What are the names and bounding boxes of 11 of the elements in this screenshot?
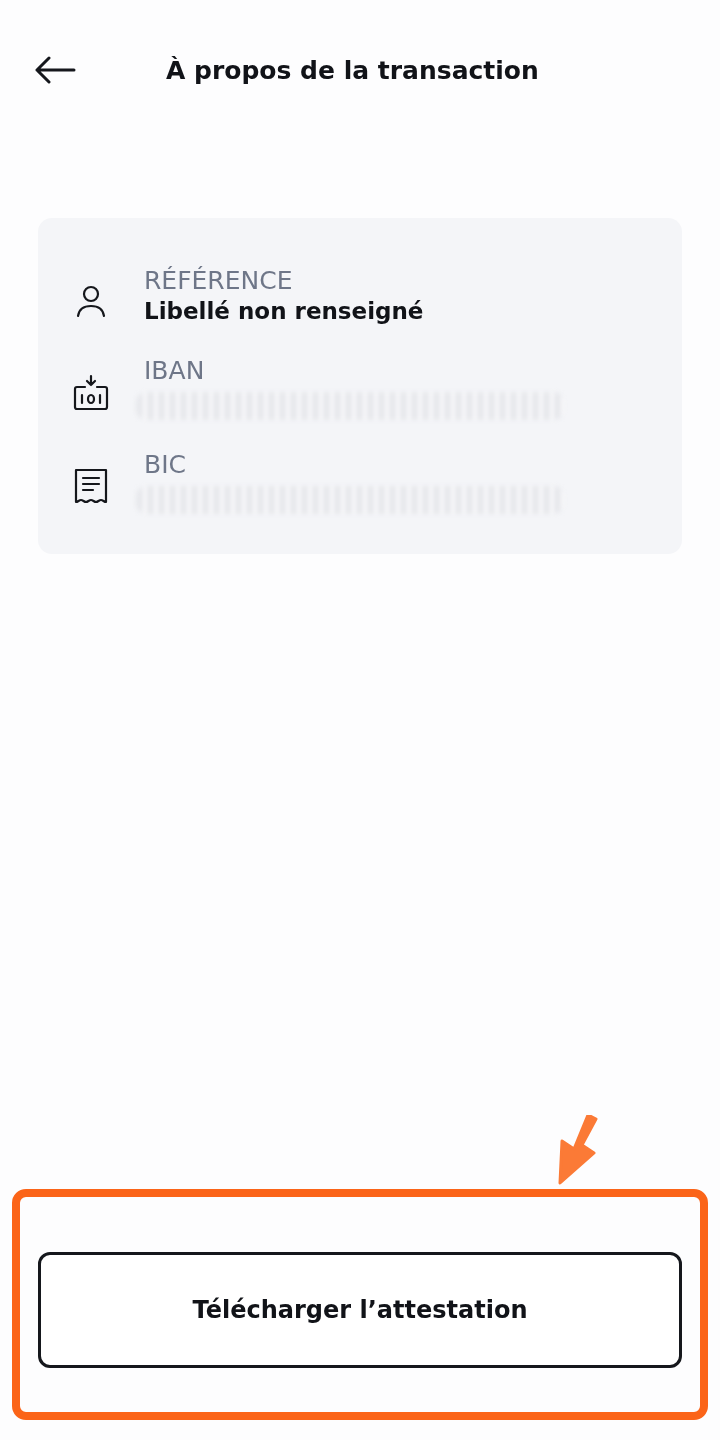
back-arrow-icon[interactable] (34, 56, 76, 84)
field-label: RÉFÉRENCE (144, 266, 294, 296)
field-label: IBAN (144, 356, 206, 386)
bank-note-icon (72, 374, 110, 412)
field-label: BIC (144, 450, 187, 480)
screen-title: À propos de la transaction (166, 55, 539, 85)
receipt-icon (74, 468, 108, 506)
field-value: Libellé non renseigné (144, 297, 424, 326)
person-icon (76, 284, 106, 318)
download-button[interactable]: Télécharger l’attestation (38, 1252, 682, 1368)
pointer-arrow (556, 1115, 600, 1185)
